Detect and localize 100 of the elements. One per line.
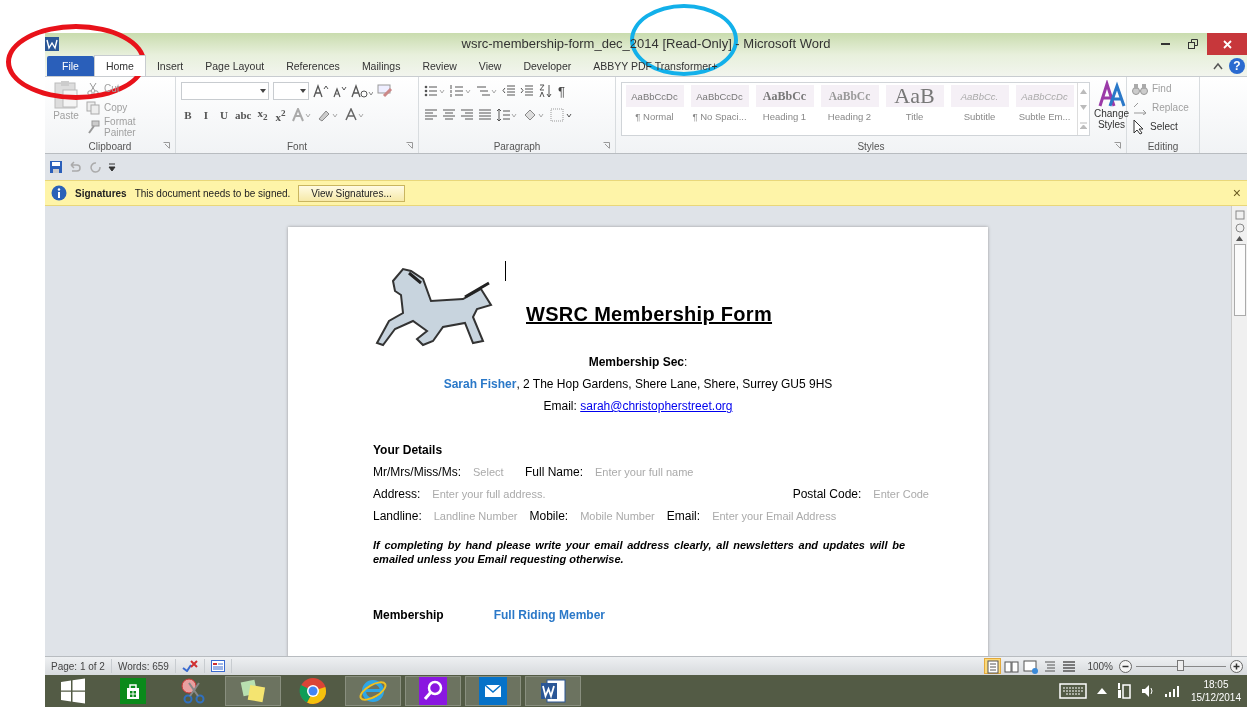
taskbar-button[interactable]	[465, 676, 521, 706]
ribbon-tab[interactable]: References	[275, 56, 351, 76]
grow-font-icon[interactable]	[313, 84, 329, 98]
store-icon[interactable]	[120, 678, 146, 704]
editing-command[interactable]: Select	[1150, 121, 1178, 132]
style-preview[interactable]: AaB	[885, 85, 944, 107]
shrink-font-icon[interactable]	[333, 84, 347, 98]
align-center-icon[interactable]	[442, 108, 456, 122]
dropdown-icon	[300, 89, 306, 93]
cursor-icon[interactable]	[1132, 118, 1146, 135]
taskbar-button[interactable]	[225, 676, 281, 706]
scroll-up-icon[interactable]	[1236, 236, 1243, 241]
font-size-field[interactable]	[273, 82, 309, 100]
ribbon-tab[interactable]: Developer	[512, 56, 583, 76]
mail-icon[interactable]	[479, 677, 507, 705]
close-button[interactable]	[1207, 33, 1247, 55]
signal-icon[interactable]	[1164, 685, 1181, 697]
word-app-icon[interactable]	[539, 677, 567, 705]
ribbon-tab[interactable]: File	[47, 56, 94, 76]
zoom-level[interactable]: 100%	[1077, 660, 1119, 672]
show-formatting-button[interactable]: ¶	[558, 83, 565, 99]
speaker-icon[interactable]	[1140, 684, 1155, 698]
email-link[interactable]: sarah@christopherstreet.org	[580, 399, 733, 413]
font-color-icon[interactable]	[343, 108, 366, 122]
format-button[interactable]: x$^{2}$	[273, 107, 288, 123]
style-preview[interactable]: AaBbCcDc	[625, 85, 684, 107]
taskbar-button[interactable]	[405, 676, 461, 706]
ribbon-tab[interactable]: View	[467, 56, 513, 76]
save-icon[interactable]	[50, 161, 62, 173]
format-button[interactable]: abc	[235, 109, 252, 121]
format-button[interactable]: B	[181, 109, 195, 121]
clock-time[interactable]: 18:05	[1203, 678, 1229, 691]
proofing-icon[interactable]	[181, 660, 198, 672]
view-button[interactable]	[1060, 658, 1078, 674]
scissors-icon[interactable]	[179, 677, 207, 705]
line-spacing-icon[interactable]	[496, 108, 518, 122]
battery-icon[interactable]	[1116, 683, 1131, 699]
bullets-icon[interactable]	[424, 84, 446, 98]
increase-indent-icon[interactable]	[520, 84, 534, 98]
format-button[interactable]: x$_{2}$	[255, 107, 270, 123]
align-right-icon[interactable]	[460, 108, 474, 122]
pan-icon[interactable]	[1234, 223, 1245, 233]
dialog-launcher-icon[interactable]	[406, 142, 413, 149]
customize-toolbar-icon[interactable]	[108, 163, 116, 171]
secretary-address: Sarah Fisher, 2 The Hop Gardens, Shere Lane, Shere, Surrey GU5 9HS	[443, 377, 833, 391]
ribbon-tab[interactable]: Review	[411, 56, 468, 76]
close-button[interactable]: ×	[1232, 185, 1241, 201]
view-button[interactable]	[1022, 658, 1040, 674]
dialog-launcher-icon[interactable]	[603, 142, 610, 149]
help-button[interactable]: ?	[1229, 58, 1245, 74]
justify-icon[interactable]	[478, 108, 492, 122]
multilevel-list-icon[interactable]	[476, 84, 498, 98]
dialog-launcher-icon[interactable]	[163, 142, 170, 149]
decrease-indent-icon[interactable]	[502, 84, 516, 98]
chrome-icon[interactable]	[299, 677, 327, 705]
change-styles-icon[interactable]	[1097, 80, 1126, 108]
ruler-icon[interactable]	[1234, 210, 1245, 220]
taskbar-button[interactable]	[525, 676, 581, 706]
style-preview[interactable]: AaBbCc	[755, 85, 814, 107]
change-styles-button[interactable]: Change Styles	[1094, 108, 1130, 130]
ribbon-tab[interactable]: Page Layout	[194, 56, 276, 76]
show-hidden-icons-icon[interactable]	[1096, 688, 1107, 694]
sticky-notes-icon[interactable]	[239, 677, 267, 705]
style-preview[interactable]: AaBbCcDc	[690, 85, 749, 107]
view-button[interactable]	[984, 658, 1002, 674]
view-signatures-button[interactable]: View Signatures...	[298, 184, 405, 202]
clear-formatting-icon[interactable]	[377, 84, 393, 98]
format-button[interactable]: I	[199, 109, 213, 121]
keyboard-icon[interactable]	[1058, 683, 1087, 699]
search-icon[interactable]	[419, 677, 447, 705]
word-count[interactable]: Words: 659	[111, 659, 176, 673]
ribbon-tab[interactable]: Home	[93, 55, 146, 76]
view-button[interactable]	[1003, 658, 1021, 674]
paintbrush-icon[interactable]	[85, 119, 100, 134]
minimize-icon	[1160, 43, 1170, 45]
align-left-icon[interactable]	[424, 108, 438, 122]
collapse-ribbon-icon[interactable]	[1213, 62, 1223, 70]
format-button[interactable]: U	[217, 109, 231, 121]
group-label: Clipboard	[88, 140, 132, 152]
shading-icon[interactable]	[522, 108, 546, 122]
scissors-icon[interactable]	[85, 81, 100, 96]
macro-icon[interactable]	[210, 660, 225, 672]
start-icon[interactable]	[60, 678, 86, 704]
change-case-icon[interactable]	[351, 84, 373, 98]
group-label: Styles	[857, 140, 885, 152]
ribbon-tab[interactable]: Mailings	[350, 56, 412, 76]
zoom-out-icon[interactable]	[1119, 659, 1132, 673]
scrollbar-thumb[interactable]	[1233, 244, 1246, 316]
dropdown-icon	[260, 89, 266, 93]
zoom-in-icon[interactable]	[1230, 659, 1243, 673]
page-count[interactable]: Page: 1 of 2	[45, 659, 112, 673]
zoom-slider-thumb[interactable]	[1177, 659, 1184, 671]
borders-icon[interactable]	[550, 108, 574, 122]
font-name-field[interactable]	[181, 82, 269, 100]
binoculars-icon[interactable]	[1132, 81, 1148, 96]
ribbon-tab[interactable]: Insert	[145, 56, 195, 76]
text-effects-icon[interactable]	[291, 108, 312, 122]
dialog-launcher-icon[interactable]	[1114, 142, 1121, 149]
clock-date[interactable]: 15/12/2014	[1190, 691, 1241, 704]
sort-icon[interactable]	[538, 84, 554, 98]
